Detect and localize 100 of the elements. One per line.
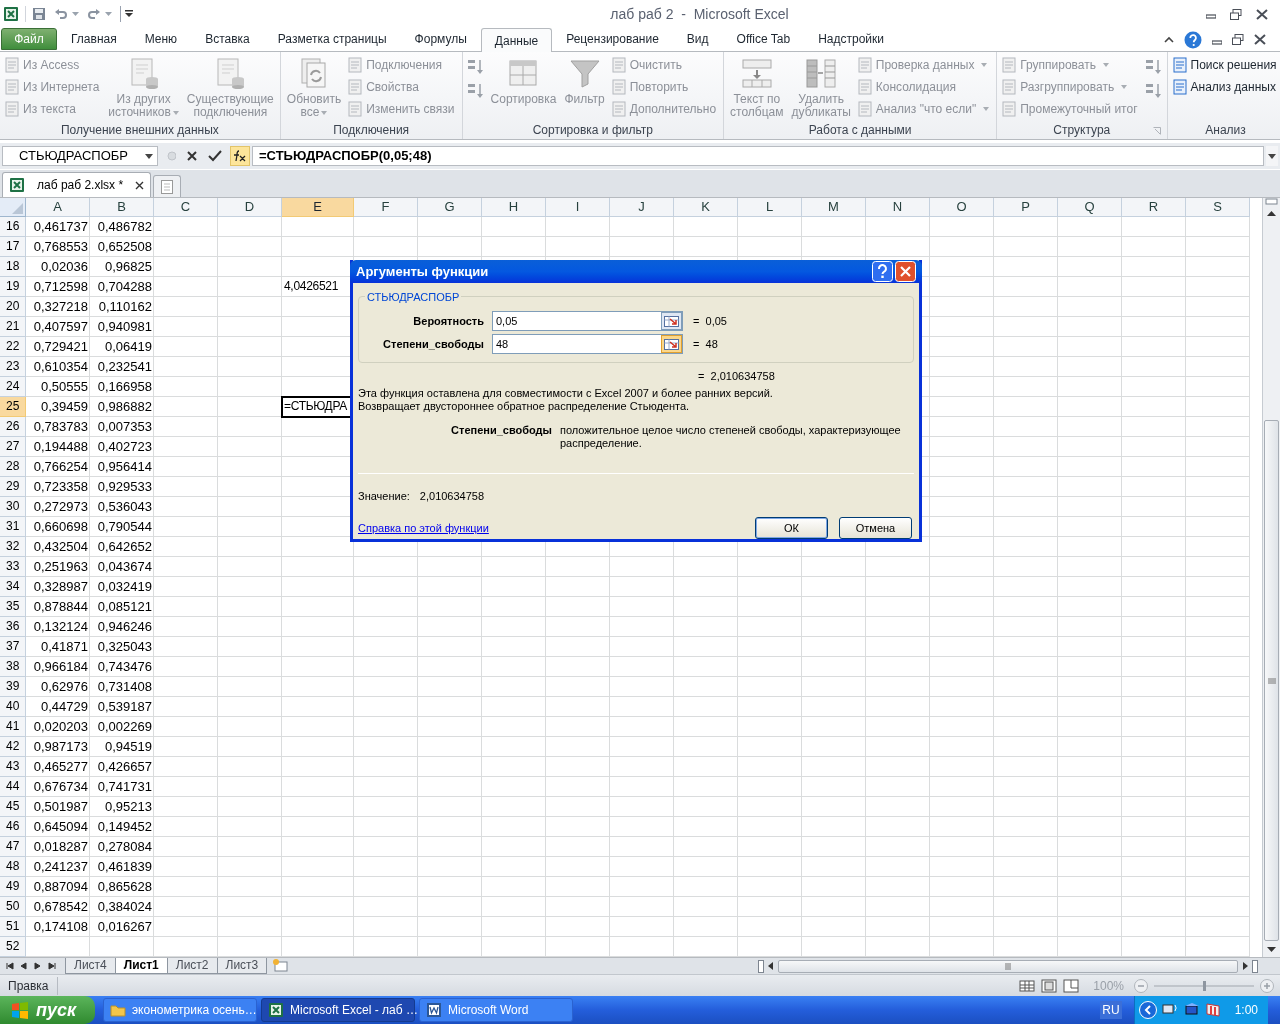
column-header[interactable]: P — [994, 198, 1058, 217]
flag-icon[interactable] — [1204, 1002, 1221, 1018]
new-tab-button[interactable] — [153, 175, 182, 197]
column-header[interactable]: M — [802, 198, 866, 217]
page-layout-icon[interactable] — [1041, 978, 1058, 993]
column-header[interactable]: J — [610, 198, 674, 217]
close-icon[interactable] — [1256, 8, 1268, 20]
sheet-tab[interactable]: Лист3 — [216, 958, 268, 974]
page-break-icon[interactable] — [1063, 978, 1080, 993]
collapse-dialog-button[interactable] — [661, 335, 682, 353]
chevron-left-icon[interactable] — [1138, 1001, 1157, 1019]
vertical-scrollbar[interactable] — [1262, 198, 1280, 957]
row-header[interactable]: 37 — [0, 637, 26, 657]
ribbon-tab[interactable]: Главная — [57, 27, 131, 51]
column-header[interactable]: B — [90, 198, 154, 217]
row-header[interactable]: 25 — [0, 397, 26, 417]
row-header[interactable]: 43 — [0, 757, 26, 777]
row-header[interactable]: 38 — [0, 657, 26, 677]
collapse-dialog-button[interactable] — [661, 312, 682, 330]
ribbon-tab[interactable]: Меню — [130, 27, 192, 51]
row-header[interactable]: 30 — [0, 497, 26, 517]
ribbon-tab[interactable]: Рецензирование — [552, 27, 673, 51]
row-header[interactable]: 21 — [0, 317, 26, 337]
language-indicator[interactable]: RU — [1100, 1001, 1122, 1019]
row-header[interactable]: 26 — [0, 417, 26, 437]
column-header[interactable]: A — [26, 198, 90, 217]
ribbon-tab[interactable]: Разметка страницы — [263, 27, 401, 51]
active-cell[interactable]: =СТЬЮДРА — [282, 397, 354, 417]
close-icon[interactable] — [135, 180, 145, 190]
sheet-tab[interactable]: Лист2 — [166, 958, 218, 974]
column-header[interactable]: F — [354, 198, 418, 217]
check-icon[interactable] — [208, 150, 222, 162]
network-icon[interactable] — [1182, 1002, 1201, 1018]
row-header[interactable]: 20 — [0, 297, 26, 317]
ribbon-tab[interactable]: Данные — [480, 28, 553, 52]
restore-icon[interactable] — [1232, 34, 1244, 45]
scroll-left-icon[interactable] — [766, 960, 776, 972]
normal-view-icon[interactable] — [1019, 978, 1036, 993]
sheet-tab[interactable]: Лист4 — [65, 958, 116, 974]
row-header[interactable]: 17 — [0, 237, 26, 257]
argument-field[interactable]: 48 — [492, 334, 683, 354]
next-sheet-icon[interactable] — [34, 962, 42, 970]
row-header[interactable]: 41 — [0, 717, 26, 737]
ribbon-tab[interactable]: Office Tab — [722, 27, 805, 51]
scroll-thumb[interactable] — [1264, 420, 1279, 941]
taskbar-button[interactable]: Microsoft Word — [419, 998, 573, 1022]
ribbon-button[interactable]: Анализ данных — [1171, 76, 1280, 98]
row-header[interactable]: 29 — [0, 477, 26, 497]
help-link[interactable]: Справка по этой функции — [358, 519, 489, 537]
help-icon[interactable] — [872, 261, 893, 282]
column-header[interactable]: E — [282, 198, 354, 217]
row-header[interactable]: 33 — [0, 557, 26, 577]
column-header[interactable]: H — [482, 198, 546, 217]
save-icon[interactable] — [32, 7, 46, 21]
column-header[interactable]: O — [930, 198, 994, 217]
row-header[interactable]: 44 — [0, 777, 26, 797]
ribbon-tab[interactable]: Вставка — [191, 27, 264, 51]
taskbar-button[interactable]: эконометрика осень… — [103, 998, 257, 1022]
row-header[interactable]: 27 — [0, 437, 26, 457]
column-header[interactable]: C — [154, 198, 218, 217]
column-header[interactable]: R — [1122, 198, 1186, 217]
first-sheet-icon[interactable] — [6, 962, 14, 970]
last-sheet-icon[interactable] — [48, 962, 56, 970]
column-header[interactable]: Q — [1058, 198, 1122, 217]
help-icon[interactable] — [1184, 30, 1202, 49]
row-header[interactable]: 36 — [0, 617, 26, 637]
column-header[interactable]: I — [546, 198, 610, 217]
column-header[interactable]: K — [674, 198, 738, 217]
scroll-right-icon[interactable] — [1240, 960, 1250, 972]
row-header[interactable]: 49 — [0, 877, 26, 897]
cancel-button[interactable]: Отмена — [839, 517, 912, 539]
excel-icon[interactable] — [3, 6, 19, 22]
row-header[interactable]: 45 — [0, 797, 26, 817]
expand-icon[interactable] — [1266, 146, 1278, 166]
ribbon-tab[interactable]: Вид — [672, 27, 723, 51]
row-header[interactable]: 40 — [0, 697, 26, 717]
ribbon-button[interactable]: Поиск решения — [1171, 54, 1280, 76]
row-header[interactable]: 19 — [0, 277, 26, 297]
ribbon-tab[interactable]: Надстройки — [804, 27, 898, 51]
row-header[interactable]: 47 — [0, 837, 26, 857]
undo-icon[interactable] — [54, 7, 68, 21]
row-header[interactable]: 46 — [0, 817, 26, 837]
row-header[interactable]: 22 — [0, 337, 26, 357]
taskbar-button[interactable]: Microsoft Excel - лаб … — [261, 998, 415, 1022]
close-icon[interactable] — [1254, 34, 1266, 45]
column-header[interactable]: L — [738, 198, 802, 217]
sheet-tab[interactable]: Лист1 — [114, 958, 168, 974]
column-header[interactable]: N — [866, 198, 930, 217]
previous-sheet-icon[interactable] — [20, 962, 28, 970]
row-header[interactable]: 23 — [0, 357, 26, 377]
restore-icon[interactable] — [1230, 8, 1242, 20]
row-header[interactable]: 50 — [0, 897, 26, 917]
row-header[interactable]: 16 — [0, 217, 26, 237]
cancel-icon[interactable] — [186, 150, 198, 162]
row-header[interactable]: 42 — [0, 737, 26, 757]
row-header[interactable]: 28 — [0, 457, 26, 477]
customize-arrow-icon[interactable] — [125, 10, 133, 18]
row-header[interactable]: 52 — [0, 937, 26, 957]
formula-field[interactable]: =СТЬЮДРАСПОБР(0,05;48) — [252, 146, 1264, 166]
row-header[interactable]: 51 — [0, 917, 26, 937]
